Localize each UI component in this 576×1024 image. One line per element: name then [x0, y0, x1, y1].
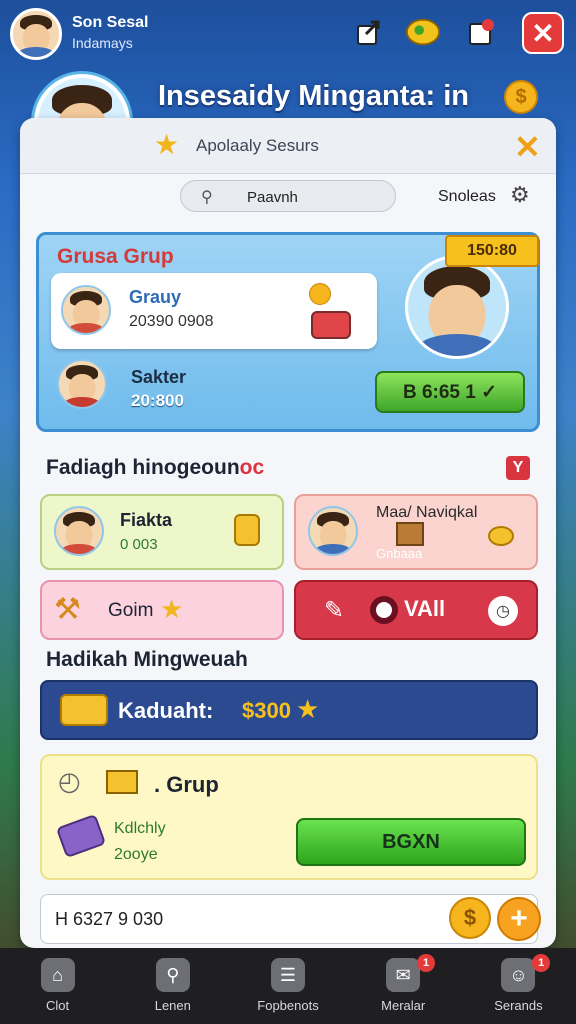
main-panel: ★ Apolaaly Sesurs ✕ ⚲ Paavnh Snoleas ⚙ G… — [20, 118, 556, 948]
nav-label: Clot — [46, 998, 70, 1013]
reward-amount: $300 — [242, 698, 291, 723]
nav-label: Lenen — [154, 998, 191, 1013]
section-title-highlight: oc — [239, 456, 265, 479]
member-name: Sakter — [131, 367, 187, 387]
profile-subtitle: Indamays — [72, 35, 133, 51]
sort-label[interactable]: Snoleas — [438, 188, 496, 206]
star-icon: ★ — [160, 594, 184, 624]
star-icon: ★ — [296, 694, 320, 724]
group-join-button[interactable]: B 6:65 1 ✓ — [375, 371, 525, 413]
tile-label: Goim — [108, 600, 154, 621]
section-title: Hadikah Mingweuah — [46, 648, 248, 671]
tile-name: Fiakta — [120, 510, 173, 530]
box-icon — [106, 770, 138, 794]
grup-line: 2ooye — [114, 846, 158, 863]
chat-icon[interactable] — [404, 14, 442, 52]
coin-icon[interactable]: $ — [449, 897, 491, 939]
notification-badge: 1 — [532, 954, 551, 972]
nav-item-fopbenots[interactable]: ☰ Fopbenots — [230, 948, 345, 1024]
reward-bar[interactable]: Kaduaht: $300 ★ — [40, 680, 538, 740]
add-button[interactable]: + — [497, 897, 541, 941]
settings-icon[interactable]: ⚙ — [510, 182, 530, 208]
star-icon: ★ — [154, 129, 180, 160]
tile-vall[interactable]: ✎ VAll ◷ — [294, 580, 538, 640]
group-leader-avatar — [405, 255, 509, 359]
search-icon: ⚲ — [201, 189, 213, 206]
record-icon — [370, 596, 398, 624]
hammer-icon: ⚒ — [54, 593, 81, 626]
chest-icon — [311, 311, 351, 339]
grup-card: ◴ . Grup Kdlchly 2ooye BGXN — [40, 754, 538, 880]
member-name: Grauy — [129, 287, 182, 307]
tile-fiakta[interactable]: Fiakta 0 003 — [40, 494, 284, 570]
profile-name: Son Sesal — [72, 14, 149, 31]
jar-icon — [234, 514, 260, 546]
search-input[interactable]: ⚲ Paavnh — [180, 180, 396, 212]
usb-icon — [55, 813, 107, 859]
bottom-nav: ⌂ Clot ⚲ Lenen ☰ Fopbenots ✉ 1 Meralar ☺… — [0, 948, 576, 1024]
section-title: Fadiagh hinogeounoc — [46, 456, 264, 480]
member-row[interactable]: Grauy 20390 0908 — [51, 273, 377, 349]
chat-input[interactable]: H 6327 9 030 $ + — [40, 894, 541, 944]
profile-avatar[interactable] — [10, 8, 62, 60]
game-title: Insesaidy Minganta: in — [158, 80, 469, 112]
nav-label: Fopbenots — [257, 998, 319, 1013]
coin-icon: $ — [504, 80, 538, 114]
nav-item-serands[interactable]: ☺ 1 Serands — [461, 948, 576, 1024]
nav-item-meralar[interactable]: ✉ 1 Meralar — [346, 948, 461, 1024]
member-score: 20:800 — [131, 391, 184, 410]
home-icon: ⌂ — [40, 958, 75, 992]
chat-icon: ✉ — [386, 958, 421, 992]
tile-naviqkal[interactable]: Maa/ Naviqkal Gnbaaa — [294, 494, 538, 570]
grup-button[interactable]: BGXN — [296, 818, 526, 866]
tile-value: Gnbaaa — [376, 546, 423, 561]
nav-label: Meralar — [381, 998, 426, 1013]
tile-avatar — [54, 506, 104, 556]
grup-line: Kdlchly — [114, 820, 166, 837]
tile-label: VAll — [404, 596, 446, 621]
close-button[interactable]: ✕ — [522, 12, 564, 54]
list-icon: ☰ — [271, 958, 305, 992]
top-bar: Son Sesal Indamays ✕ — [0, 0, 576, 66]
member-avatar — [61, 285, 111, 335]
panel-header: ★ Apolaaly Sesurs ✕ — [20, 118, 556, 174]
clock-icon: ◴ — [58, 766, 81, 796]
tile-avatar — [308, 506, 358, 556]
search-row: ⚲ Paavnh Snoleas ⚙ — [20, 174, 556, 220]
group-card: Grusa Grup Grauy 20390 0908 Sakter 20:80… — [36, 232, 540, 432]
gold-icon — [60, 694, 108, 726]
tile-goim[interactable]: ⚒ Goim ★ — [40, 580, 284, 640]
search-icon: ⚲ — [155, 958, 190, 992]
coins-icon — [488, 526, 514, 546]
timer-badge: 150:80 — [445, 235, 539, 267]
mail-icon[interactable] — [462, 14, 500, 52]
member-score: 20390 0908 — [129, 313, 214, 330]
nav-item-lenen[interactable]: ⚲ Lenen — [115, 948, 230, 1024]
reward-label: Kaduaht: — [118, 698, 214, 723]
box-icon — [396, 522, 424, 546]
section-title-text: Fadiagh hinogeoun — [46, 456, 240, 479]
nav-label: Serands — [494, 998, 543, 1013]
coin-icon — [309, 283, 331, 305]
member-avatar[interactable] — [57, 359, 107, 409]
friends-icon: ☺ — [501, 958, 536, 992]
search-text: Paavnh — [247, 189, 298, 206]
group-title: Grusa Grup — [57, 245, 174, 268]
clock-icon: ◷ — [488, 596, 518, 626]
tile-name: Maa/ Naviqkal — [376, 504, 478, 521]
panel-title: Apolaaly Sesurs — [196, 136, 319, 155]
tile-value: 0 003 — [120, 536, 158, 553]
pen-icon: ✎ — [324, 597, 345, 624]
panel-close-button[interactable]: ✕ — [514, 128, 541, 166]
share-icon[interactable] — [350, 14, 388, 52]
grup-title: . Grup — [154, 772, 219, 797]
nav-item-clot[interactable]: ⌂ Clot — [0, 948, 115, 1024]
chat-text: H 6327 9 030 — [55, 909, 164, 929]
filter-icon[interactable]: Y — [506, 456, 530, 480]
notification-badge: 1 — [417, 954, 436, 972]
